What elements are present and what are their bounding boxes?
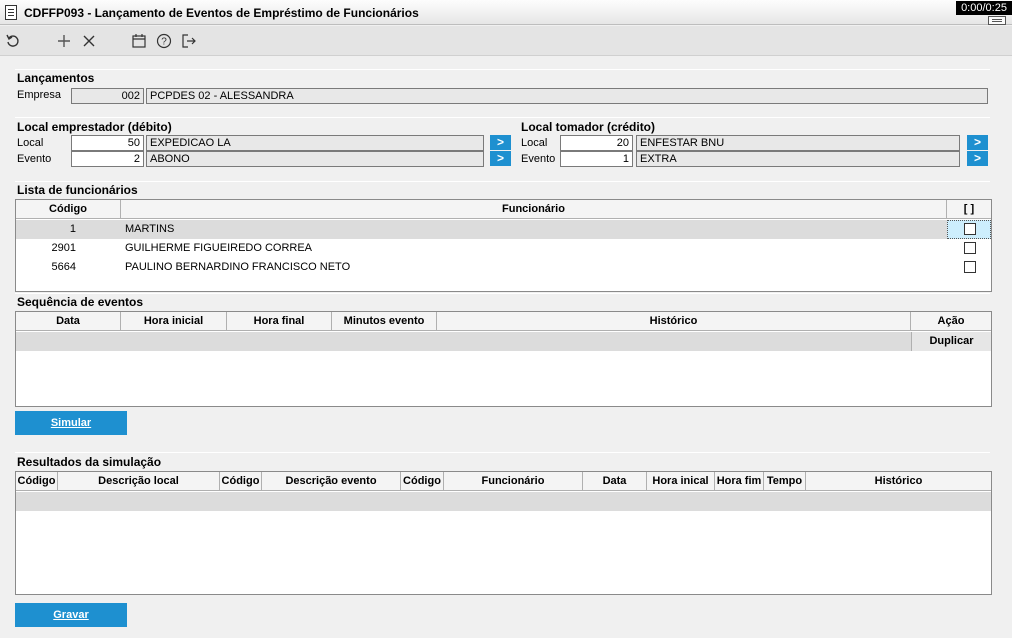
column-header-descricao-evento[interactable]: Descrição evento <box>262 472 401 491</box>
section-title-funcionarios: Lista de funcionários <box>17 183 138 197</box>
column-header-funcionario[interactable]: Funcionário <box>444 472 583 491</box>
section-title-emprestador: Local emprestador (débito) <box>17 120 172 134</box>
row-codigo: 2901 <box>51 242 76 254</box>
row-codigo: 1 <box>69 223 76 235</box>
title-bar: CDFFP093 - Lançamento de Eventos de Empr… <box>0 0 1012 25</box>
refresh-icon[interactable] <box>3 31 23 51</box>
column-header-hora-fim[interactable]: Hora fim <box>715 472 764 491</box>
emprestador-evento-input[interactable]: 2 <box>71 151 144 167</box>
window-title: CDFFP093 - Lançamento de Eventos de Empr… <box>24 6 419 20</box>
column-header-descricao-local[interactable]: Descrição local <box>58 472 220 491</box>
column-header-historico[interactable]: Histórico <box>437 312 911 331</box>
plus-icon[interactable] <box>54 31 74 51</box>
column-header-codigo-local[interactable]: Código <box>16 472 58 491</box>
close-icon[interactable] <box>79 31 99 51</box>
table-row[interactable] <box>16 332 911 351</box>
emprestador-local-label: Local <box>17 137 44 149</box>
section-title-resultados: Resultados da simulação <box>17 455 162 469</box>
column-header-select[interactable]: [ ] <box>947 200 991 219</box>
table-row[interactable]: 5664 PAULINO BERNARDINO FRANCISCO NETO <box>16 258 991 277</box>
column-header-funcionario[interactable]: Funcionário <box>121 200 947 219</box>
table-row[interactable]: 2901 GUILHERME FIGUEIREDO CORREA <box>16 239 991 258</box>
timer: 0:00/0:25 <box>956 1 1012 15</box>
row-funcionario: GUILHERME FIGUEIREDO CORREA <box>125 242 313 254</box>
tomador-local-search-button[interactable]: > <box>967 135 988 150</box>
section-title-lancamentos: Lançamentos <box>17 71 95 85</box>
row-codigo: 5664 <box>51 261 76 273</box>
row-checkbox[interactable] <box>964 242 976 254</box>
toolbar: ? <box>0 26 1012 56</box>
column-header-hora-inical[interactable]: Hora inical <box>647 472 715 491</box>
row-checkbox[interactable] <box>964 261 976 273</box>
column-header-historico[interactable]: Histórico <box>806 472 991 491</box>
tomador-evento-label: Evento <box>521 153 556 165</box>
emprestador-evento-label: Evento <box>17 153 52 165</box>
divider <box>15 69 990 70</box>
tomador-local-input[interactable]: 20 <box>560 135 633 151</box>
divider <box>15 293 990 294</box>
column-header-codigo[interactable]: Código <box>16 200 121 219</box>
column-header-data[interactable]: Data <box>16 312 121 331</box>
divider <box>15 452 990 453</box>
column-header-minutos-evento[interactable]: Minutos evento <box>332 312 437 331</box>
divider <box>15 181 990 182</box>
tomador-local-label: Local <box>521 137 548 149</box>
exit-icon[interactable] <box>179 31 199 51</box>
section-title-tomador: Local tomador (crédito) <box>521 120 656 134</box>
column-header-acao[interactable]: Ação <box>911 312 991 331</box>
empresa-name-field: PCPDES 02 - ALESSANDRA <box>146 88 988 104</box>
help-icon[interactable]: ? <box>154 31 174 51</box>
emprestador-local-input[interactable]: 50 <box>71 135 144 151</box>
emprestador-evento-search-button[interactable]: > <box>490 151 511 166</box>
column-header-codigo-funcionario[interactable]: Código <box>401 472 444 491</box>
menu-icon[interactable] <box>988 16 1006 25</box>
funcionarios-table: Código Funcionário [ ] 1 MARTINS 2901 GU… <box>15 199 992 292</box>
tomador-local-desc: ENFESTAR BNU <box>636 135 960 151</box>
emprestador-evento-desc: ABONO <box>146 151 484 167</box>
column-header-hora-final[interactable]: Hora final <box>227 312 332 331</box>
row-checkbox[interactable] <box>964 223 976 235</box>
duplicar-button[interactable]: Duplicar <box>911 332 991 351</box>
emprestador-local-desc: EXPEDICAO LA <box>146 135 484 151</box>
empresa-code-field: 002 <box>71 88 144 104</box>
calendar-icon[interactable] <box>129 31 149 51</box>
row-funcionario: MARTINS <box>125 223 175 235</box>
tomador-evento-desc: EXTRA <box>636 151 960 167</box>
table-row[interactable] <box>16 492 991 511</box>
column-header-hora-inicial[interactable]: Hora inicial <box>121 312 227 331</box>
svg-text:?: ? <box>161 37 167 48</box>
row-funcionario: PAULINO BERNARDINO FRANCISCO NETO <box>125 261 351 273</box>
empresa-label: Empresa <box>17 89 62 101</box>
simular-button[interactable]: Simular <box>15 411 127 435</box>
column-header-codigo-evento[interactable]: Código <box>220 472 262 491</box>
tomador-evento-input[interactable]: 1 <box>560 151 633 167</box>
tomador-evento-search-button[interactable]: > <box>967 151 988 166</box>
column-header-data[interactable]: Data <box>583 472 647 491</box>
resultados-table: Código Descrição local Código Descrição … <box>15 471 992 595</box>
sequencia-table: Data Hora inicial Hora final Minutos eve… <box>15 311 992 407</box>
gravar-button[interactable]: Gravar <box>15 603 127 627</box>
section-title-sequencia: Sequência de eventos <box>17 295 144 309</box>
document-icon <box>5 5 17 20</box>
divider <box>15 117 990 118</box>
emprestador-local-search-button[interactable]: > <box>490 135 511 150</box>
table-row[interactable]: 1 MARTINS <box>16 220 991 239</box>
column-header-tempo[interactable]: Tempo <box>764 472 806 491</box>
